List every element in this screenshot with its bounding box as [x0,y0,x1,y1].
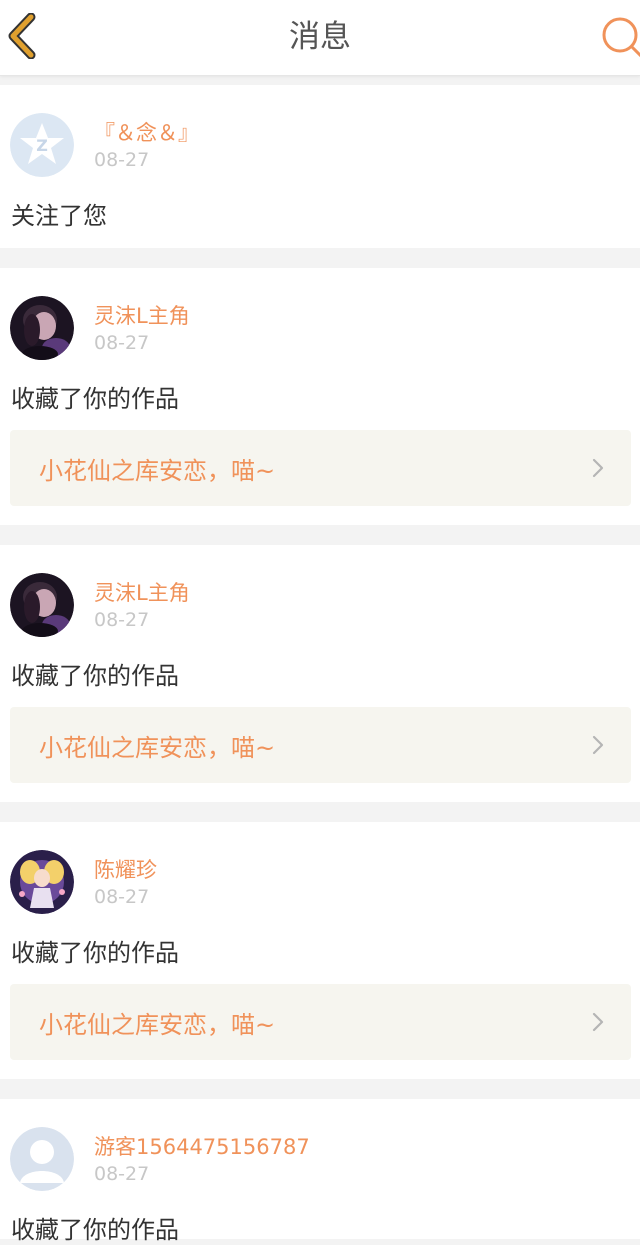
message-list: Z 『＆念＆』 08-27 关注了您 灵沫L主角 08-27 收藏了你的作品 小… [0,85,640,1244]
message-card: 灵沫L主角 08-27 收藏了你的作品 小花仙之库安恋，喵~ [0,545,640,802]
default-user-avatar-icon [10,1127,74,1191]
message-action: 关注了您 [11,202,107,230]
avatar[interactable] [10,573,74,637]
message-action: 收藏了你的作品 [11,662,179,690]
work-link[interactable]: 小花仙之库安恋，喵~ [10,707,631,783]
anime-avatar-icon [10,850,74,914]
user-photo-icon [10,573,74,637]
search-icon [602,17,640,58]
message-card: 游客1564475156787 08-27 收藏了你的作品 [0,1099,640,1244]
message-card: 陈耀珍 08-27 收藏了你的作品 小花仙之库安恋，喵~ [0,822,640,1079]
user-photo-icon [10,296,74,360]
message-card: Z 『＆念＆』 08-27 关注了您 [0,85,640,248]
message-action: 收藏了你的作品 [11,385,179,413]
avatar[interactable] [10,850,74,914]
username[interactable]: 游客1564475156787 [94,1131,310,1161]
chevron-right-icon [592,1012,604,1032]
svg-text:Z: Z [36,136,48,155]
username[interactable]: 陈耀珍 [94,854,157,884]
username[interactable]: 灵沫L主角 [94,577,190,607]
message-date: 08-27 [94,149,150,171]
work-title: 小花仙之库安恋，喵~ [39,1010,276,1039]
work-title: 小花仙之库安恋，喵~ [39,733,276,762]
top-bar: 消息 [0,0,640,76]
message-action: 收藏了你的作品 [11,939,179,967]
page-title: 消息 [289,19,351,55]
username[interactable]: 『＆念＆』 [94,117,199,147]
chevron-right-icon [592,735,604,755]
username[interactable]: 灵沫L主角 [94,300,190,330]
message-action: 收藏了你的作品 [11,1216,179,1244]
message-date: 08-27 [94,1163,150,1185]
message-date: 08-27 [94,609,150,631]
work-link[interactable]: 小花仙之库安恋，喵~ [10,984,631,1060]
message-card: 灵沫L主角 08-27 收藏了你的作品 小花仙之库安恋，喵~ [0,268,640,525]
search-button[interactable] [598,14,640,60]
avatar[interactable]: Z [10,113,74,177]
message-date: 08-27 [94,332,150,354]
avatar[interactable] [10,1127,74,1191]
work-title: 小花仙之库安恋，喵~ [39,456,276,485]
avatar[interactable] [10,296,74,360]
work-link[interactable]: 小花仙之库安恋，喵~ [10,430,631,506]
qzone-avatar-icon: Z [10,113,74,177]
chevron-right-icon [592,458,604,478]
message-date: 08-27 [94,886,150,908]
